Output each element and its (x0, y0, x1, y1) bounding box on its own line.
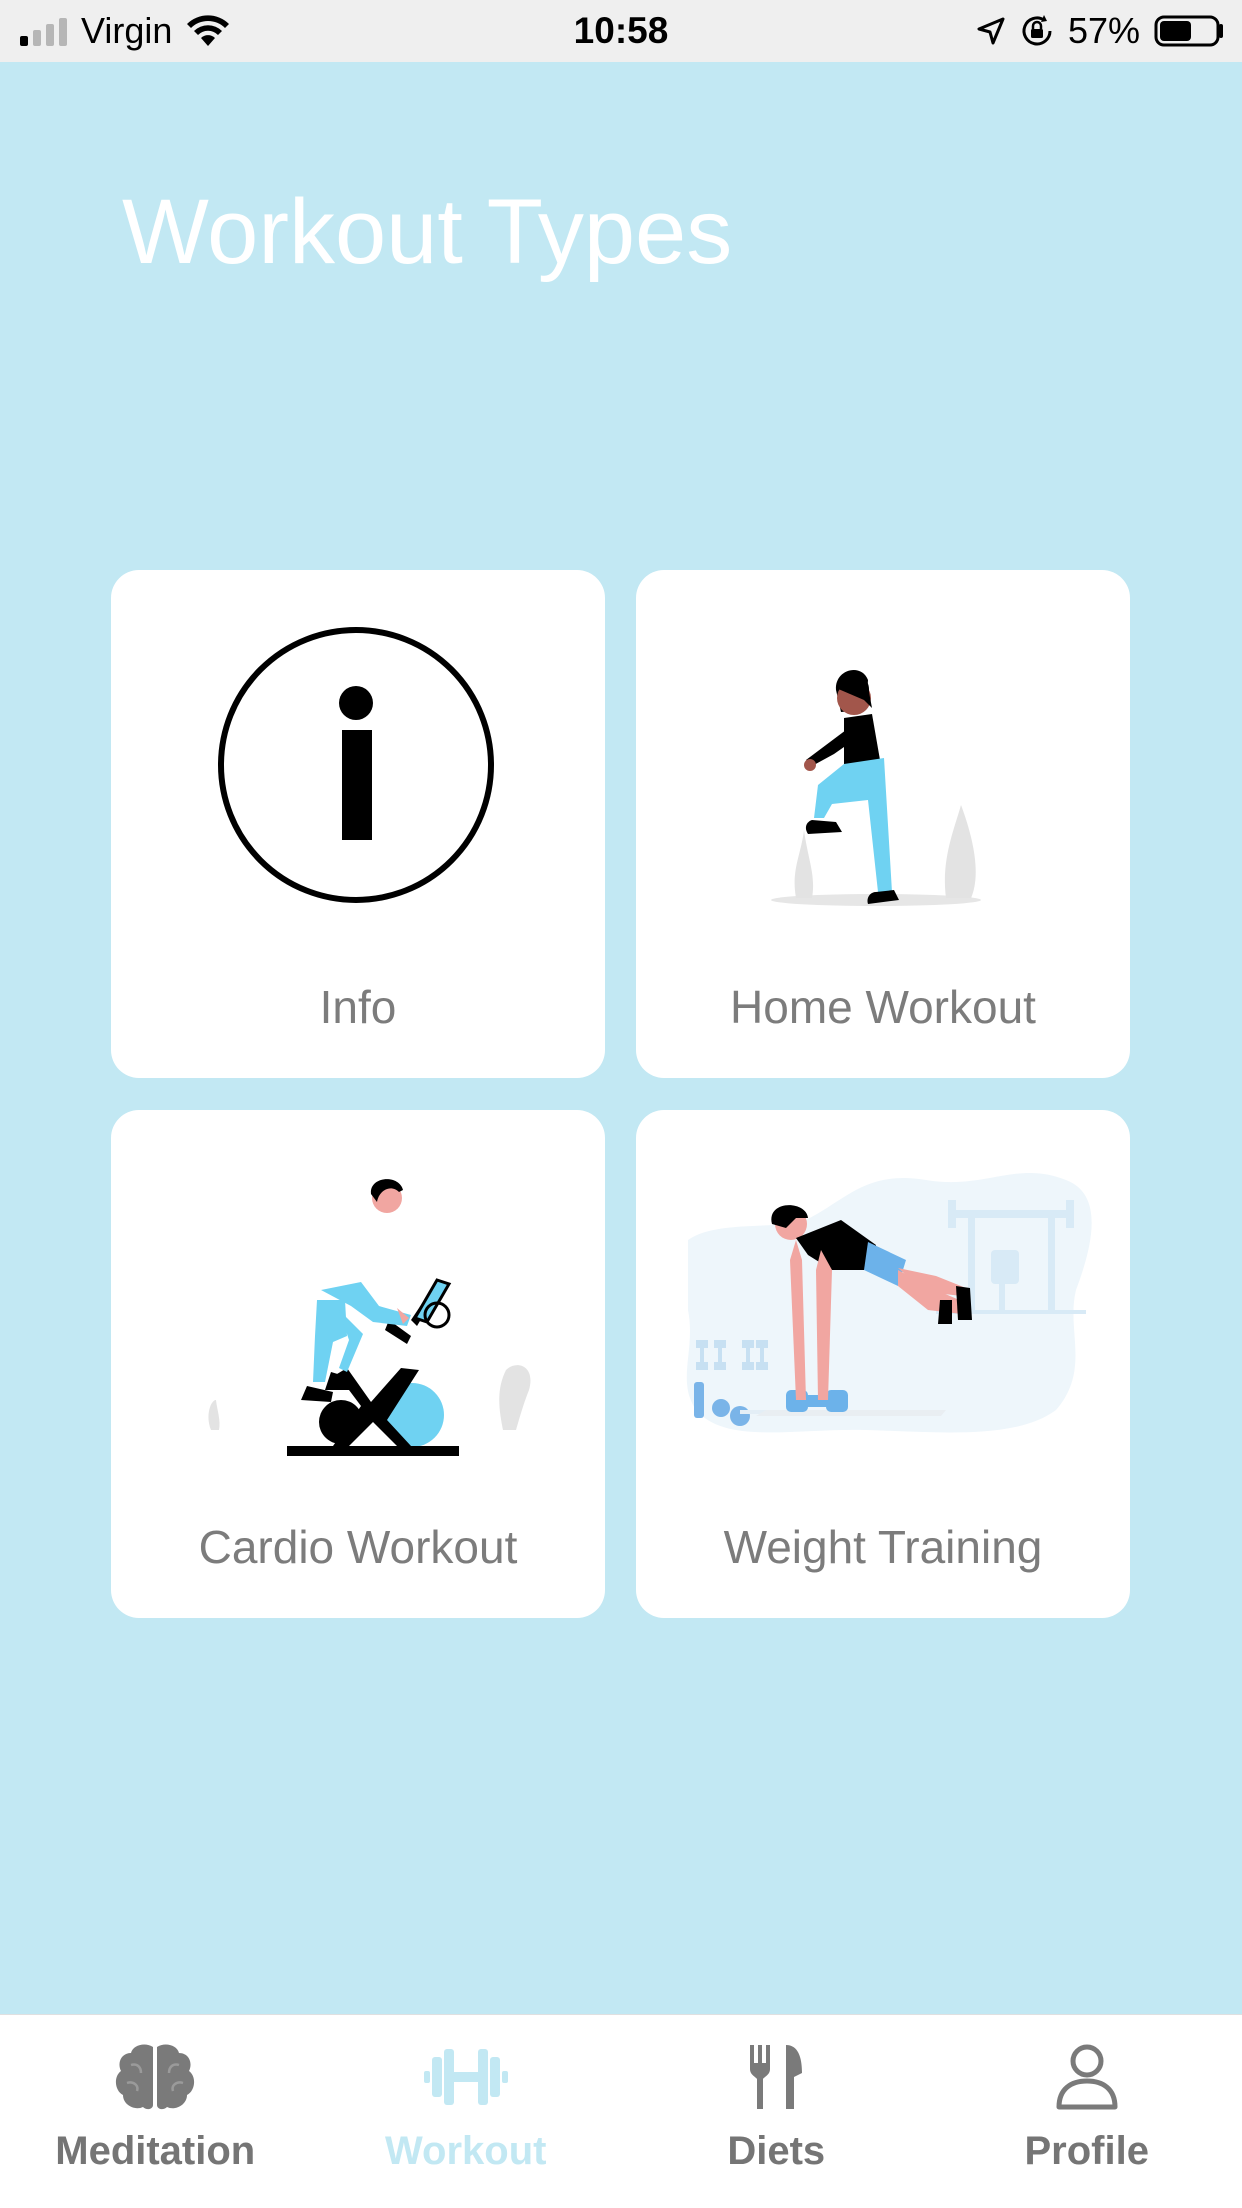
battery-percentage: 57% (1067, 10, 1140, 51)
brain-icon (0, 2035, 311, 2119)
info-card[interactable]: Info (111, 570, 605, 1078)
tab-profile-label: Profile (1024, 2129, 1149, 2173)
tab-diets-label: Diets (727, 2129, 826, 2173)
status-bar: Virgin 10:58 57% (0, 0, 1242, 62)
dumbbell-icon (311, 2035, 622, 2119)
info-circle-icon (218, 627, 494, 903)
fork-knife-icon (621, 2035, 932, 2119)
weight-training-card[interactable]: Weight Training (636, 1110, 1130, 1618)
tab-workout-label: Workout (385, 2129, 547, 2173)
battery-icon (1154, 15, 1223, 47)
woman-step-up-illustration (771, 669, 981, 906)
status-bar-right: 57% (976, 10, 1226, 52)
bottom-tab-bar: Meditation Workout Diets Profile (0, 2014, 1242, 2208)
home-workout-card-label: Home Workout (730, 981, 1036, 1033)
tab-workout[interactable]: Workout (311, 2015, 622, 2208)
tab-profile[interactable]: Profile (932, 2015, 1242, 2208)
main-content: Workout Types Info Home Workout Cardio W… (0, 62, 1242, 2014)
home-workout-card[interactable]: Home Workout (636, 570, 1130, 1078)
cardio-workout-card-label: Cardio Workout (198, 1521, 518, 1573)
tab-diets[interactable]: Diets (621, 2015, 932, 2208)
weight-training-card-label: Weight Training (723, 1521, 1043, 1573)
man-on-exercise-bike-illustration (208, 1179, 531, 1456)
cardio-workout-card[interactable]: Cardio Workout (111, 1110, 605, 1618)
man-dumbbell-plank-illustration (686, 1172, 1092, 1433)
tab-meditation-label: Meditation (55, 2129, 256, 2173)
page-title: Workout Types (122, 181, 733, 283)
orientation-lock-icon (1022, 15, 1052, 46)
location-arrow-icon (977, 17, 1005, 45)
tab-meditation[interactable]: Meditation (0, 2015, 311, 2208)
person-icon (932, 2035, 1242, 2119)
info-card-label: Info (319, 981, 397, 1033)
